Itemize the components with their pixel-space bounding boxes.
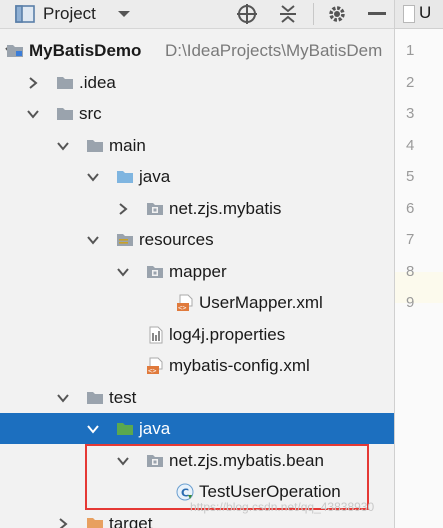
line-number: 3 [406, 105, 415, 122]
tree-row[interactable]: <> UserMapper.xml [0, 287, 394, 318]
folder-icon [86, 137, 104, 154]
project-tool-window: Project MyBatisDemo D:\IdeaProjects\MyBat… [0, 0, 394, 528]
test-source-folder-icon [116, 420, 134, 437]
tree-row[interactable]: java [0, 161, 394, 192]
chevron-right-icon[interactable] [26, 75, 40, 89]
chevron-down-icon[interactable] [26, 106, 40, 120]
tree-item-label: mybatis-config.xml [169, 356, 310, 375]
line-number: 7 [406, 231, 415, 248]
tree-row[interactable]: MyBatisDemo D:\IdeaProjects\MyBatisDem [0, 35, 394, 66]
line-number: 8 [406, 262, 415, 280]
tree-item-label: src [79, 104, 102, 123]
chevron-right-icon[interactable] [116, 201, 130, 215]
editor-tab[interactable]: U [395, 0, 443, 29]
line-number: 6 [406, 199, 415, 217]
collapse-all-icon[interactable] [276, 3, 300, 25]
tree-row[interactable]: test [0, 382, 394, 413]
chevron-down-icon[interactable] [86, 169, 100, 183]
source-folder-icon [116, 168, 134, 185]
chevron-down-icon[interactable] [86, 232, 100, 246]
hide-minus-icon[interactable] [366, 3, 388, 25]
package-icon [146, 200, 164, 217]
svg-text:<>: <> [178, 304, 186, 312]
toolbar-separator [313, 3, 314, 25]
chevron-down-icon[interactable] [116, 264, 130, 278]
properties-file-icon [146, 326, 164, 343]
watermark-text: https://blog.csdn.net/qq_43838930 [190, 500, 375, 514]
folder-icon [56, 105, 74, 122]
chevron-down-icon[interactable] [86, 421, 100, 435]
tree-row[interactable]: net.zjs.mybatis [0, 193, 394, 224]
editor-area: U 1 2 3 4 5 6 7 8 9 [394, 0, 443, 528]
tree-item-label: java [139, 419, 171, 438]
tree-item-label: log4j.properties [169, 324, 286, 344]
folder-icon [86, 389, 104, 406]
line-number: 9 [406, 294, 415, 311]
module-path-text: D:\IdeaProjects\MyBatisDem [165, 41, 383, 60]
tree-row[interactable]: <> mybatis-config.xml [0, 350, 394, 381]
tree-row[interactable]: main [0, 130, 394, 161]
chevron-down-icon[interactable] [56, 138, 70, 152]
line-number: 2 [406, 73, 415, 91]
line-number: 5 [406, 168, 415, 185]
tree-item-label: main [109, 135, 146, 155]
tree-row[interactable]: src [0, 98, 394, 129]
tree-item-label: target [109, 513, 153, 528]
tree-item-label: mapper [169, 261, 227, 281]
tree-row[interactable]: resources [0, 224, 394, 255]
tree-row[interactable]: log4j.properties [0, 319, 394, 350]
xml-file-icon: <> [146, 357, 164, 375]
file-tab-icon [403, 5, 415, 23]
project-view-icon[interactable] [13, 3, 37, 25]
tree-row[interactable]: java [0, 413, 394, 444]
tree-item-label: java [139, 167, 171, 186]
tree-item-label: UserMapper.xml [199, 293, 323, 312]
tree-item-label: net.zjs.mybatis [169, 198, 282, 218]
tree-item-label: .idea [79, 72, 116, 92]
chevron-down-icon[interactable] [56, 390, 70, 404]
editor-tab-label[interactable]: U [419, 2, 431, 24]
project-toolbar: Project [0, 0, 394, 29]
svg-text:<>: <> [148, 367, 156, 375]
locate-crosshair-icon[interactable] [235, 3, 259, 25]
project-view-title[interactable]: Project [43, 3, 96, 25]
settings-gear-icon[interactable] [325, 3, 349, 25]
tree-row[interactable]: .idea [0, 67, 394, 98]
dropdown-chevron-icon[interactable] [114, 3, 134, 25]
tree-row[interactable]: mapper [0, 256, 394, 287]
tree-item-label: test [109, 387, 137, 407]
current-line-highlight [395, 272, 443, 303]
chevron-right-icon[interactable] [56, 516, 70, 528]
tree-item-label: MyBatisDemo [29, 41, 142, 60]
tree-item-label: resources [139, 230, 214, 249]
package-icon [146, 263, 164, 280]
folder-icon [56, 74, 74, 91]
line-number: 1 [406, 42, 415, 59]
resources-folder-icon [116, 231, 134, 248]
excluded-folder-icon [86, 515, 104, 528]
module-folder-icon [6, 42, 24, 59]
xml-file-icon: <> [176, 294, 194, 312]
line-number: 4 [406, 136, 415, 154]
